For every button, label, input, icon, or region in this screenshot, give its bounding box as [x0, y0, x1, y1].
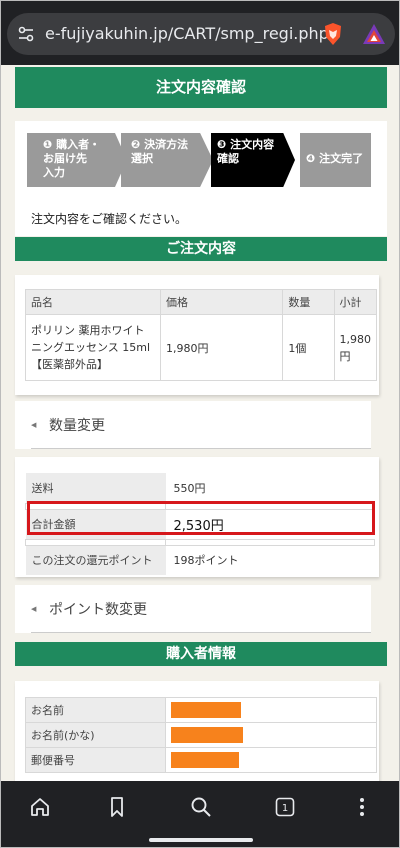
tabs-icon[interactable]: 1 [273, 795, 297, 819]
name-label: お名前 [25, 697, 166, 723]
table-row: 郵便番号 [25, 747, 377, 773]
redacted-kana [171, 727, 243, 743]
search-icon[interactable] [189, 795, 213, 819]
shipping-label: 送料 [25, 473, 166, 503]
col-qty: 数量 [282, 289, 335, 315]
shipping-row: 送料 550円 [25, 473, 375, 503]
step-payment: ❷ 決済方法 選択 [121, 133, 213, 187]
disclosure-arrow-icon: ◀ [31, 421, 37, 429]
checkout-steps: ❶ 購入者・ お届け先 入力 ❷ 決済方法 選択 ❸ 注文内容 確認 ❹ 注文完… [15, 121, 387, 236]
product-price: 1,980円 [159, 314, 284, 381]
order-card: 品名 価格 数量 小計 ポリリン 薬用ホワイトニングエッセンス 15ml【医薬部… [15, 275, 379, 395]
phone-screen: e-fujiyakuhin.jp/CART/smp_regi.php 注文内容確… [0, 0, 400, 848]
buyer-card: お名前 お名前(かな) 郵便番号 [15, 681, 379, 781]
col-price: 価格 [159, 289, 284, 315]
gesture-handle[interactable] [149, 838, 253, 842]
order-section-title: ご注文内容 [15, 237, 387, 261]
order-table: 品名 価格 数量 小計 ポリリン 薬用ホワイトニングエッセンス 15ml【医薬部… [25, 289, 377, 381]
page-title: 注文内容確認 [15, 67, 387, 108]
url-text[interactable]: e-fujiyakuhin.jp/CART/smp_regi.php [45, 24, 329, 43]
col-product: 品名 [25, 289, 161, 315]
step-confirm-active: ❸ 注文内容 確認 [211, 133, 295, 187]
address-bar[interactable]: e-fujiyakuhin.jp/CART/smp_regi.php [7, 13, 395, 55]
product-name: ポリリン 薬用ホワイトニングエッセンス 15ml【医薬部外品】 [25, 314, 161, 381]
buyer-table: お名前 お名前(かな) 郵便番号 [25, 697, 377, 773]
total-highlight-box [27, 501, 375, 535]
qty-change-row: ◀ 数量変更 [31, 401, 371, 449]
step-buyer-info: ❶ 購入者・ お届け先 入力 [27, 133, 127, 187]
point-change-label: ポイント数変更 [49, 602, 147, 618]
table-row: お名前 [25, 697, 377, 723]
points-label: この注文の還元ポイント [25, 545, 166, 575]
rewards-triangle-icon[interactable] [362, 23, 386, 45]
qty-change-toggle[interactable]: ◀ 数量変更 [15, 401, 371, 449]
step-complete: ❹ 注文完了 [300, 133, 371, 187]
web-page: 注文内容確認 ❶ 購入者・ お届け先 入力 ❷ 決済方法 選択 ❸ 注文内容 確… [1, 65, 399, 781]
brave-lion-icon[interactable] [321, 22, 345, 46]
disclosure-arrow-icon: ◀ [31, 605, 37, 613]
points-value: 198ポイント [173, 554, 239, 568]
table-row: お名前(かな) [25, 722, 377, 748]
bookmark-icon[interactable] [105, 795, 129, 819]
browser-toolbar: e-fujiyakuhin.jp/CART/smp_regi.php [1, 1, 399, 65]
point-change-toggle[interactable]: ◀ ポイント数変更 [15, 585, 371, 633]
qty-change-label: 数量変更 [49, 418, 105, 434]
confirm-instruction: 注文内容をご確認ください。 [31, 212, 188, 226]
buyer-section-title: 購入者情報 [15, 642, 387, 666]
home-icon[interactable] [28, 795, 52, 819]
name-value [165, 697, 377, 723]
col-subtotal: 小計 [333, 289, 377, 315]
tab-count: 1 [282, 803, 288, 814]
points-row: この注文の還元ポイント 198ポイント [25, 545, 375, 575]
site-settings-icon[interactable] [17, 25, 35, 43]
table-header-row: 品名 価格 数量 小計 [25, 289, 377, 315]
kana-label: お名前(かな) [25, 722, 166, 748]
product-subtotal: 1,980円 [333, 314, 377, 381]
table-row: ポリリン 薬用ホワイトニングエッセンス 15ml【医薬部外品】 1,980円 1… [25, 314, 377, 381]
redacted-postal [171, 752, 239, 768]
more-menu-icon[interactable] [350, 795, 374, 819]
browser-bottom-bar: 1 [1, 781, 399, 847]
shipping-value: 550円 [173, 481, 206, 495]
product-qty: 1個 [282, 314, 335, 381]
postal-value [165, 747, 377, 773]
point-change-row: ◀ ポイント数変更 [31, 585, 371, 633]
postal-label: 郵便番号 [25, 747, 166, 773]
redacted-name [171, 702, 241, 718]
kana-value [165, 722, 377, 748]
